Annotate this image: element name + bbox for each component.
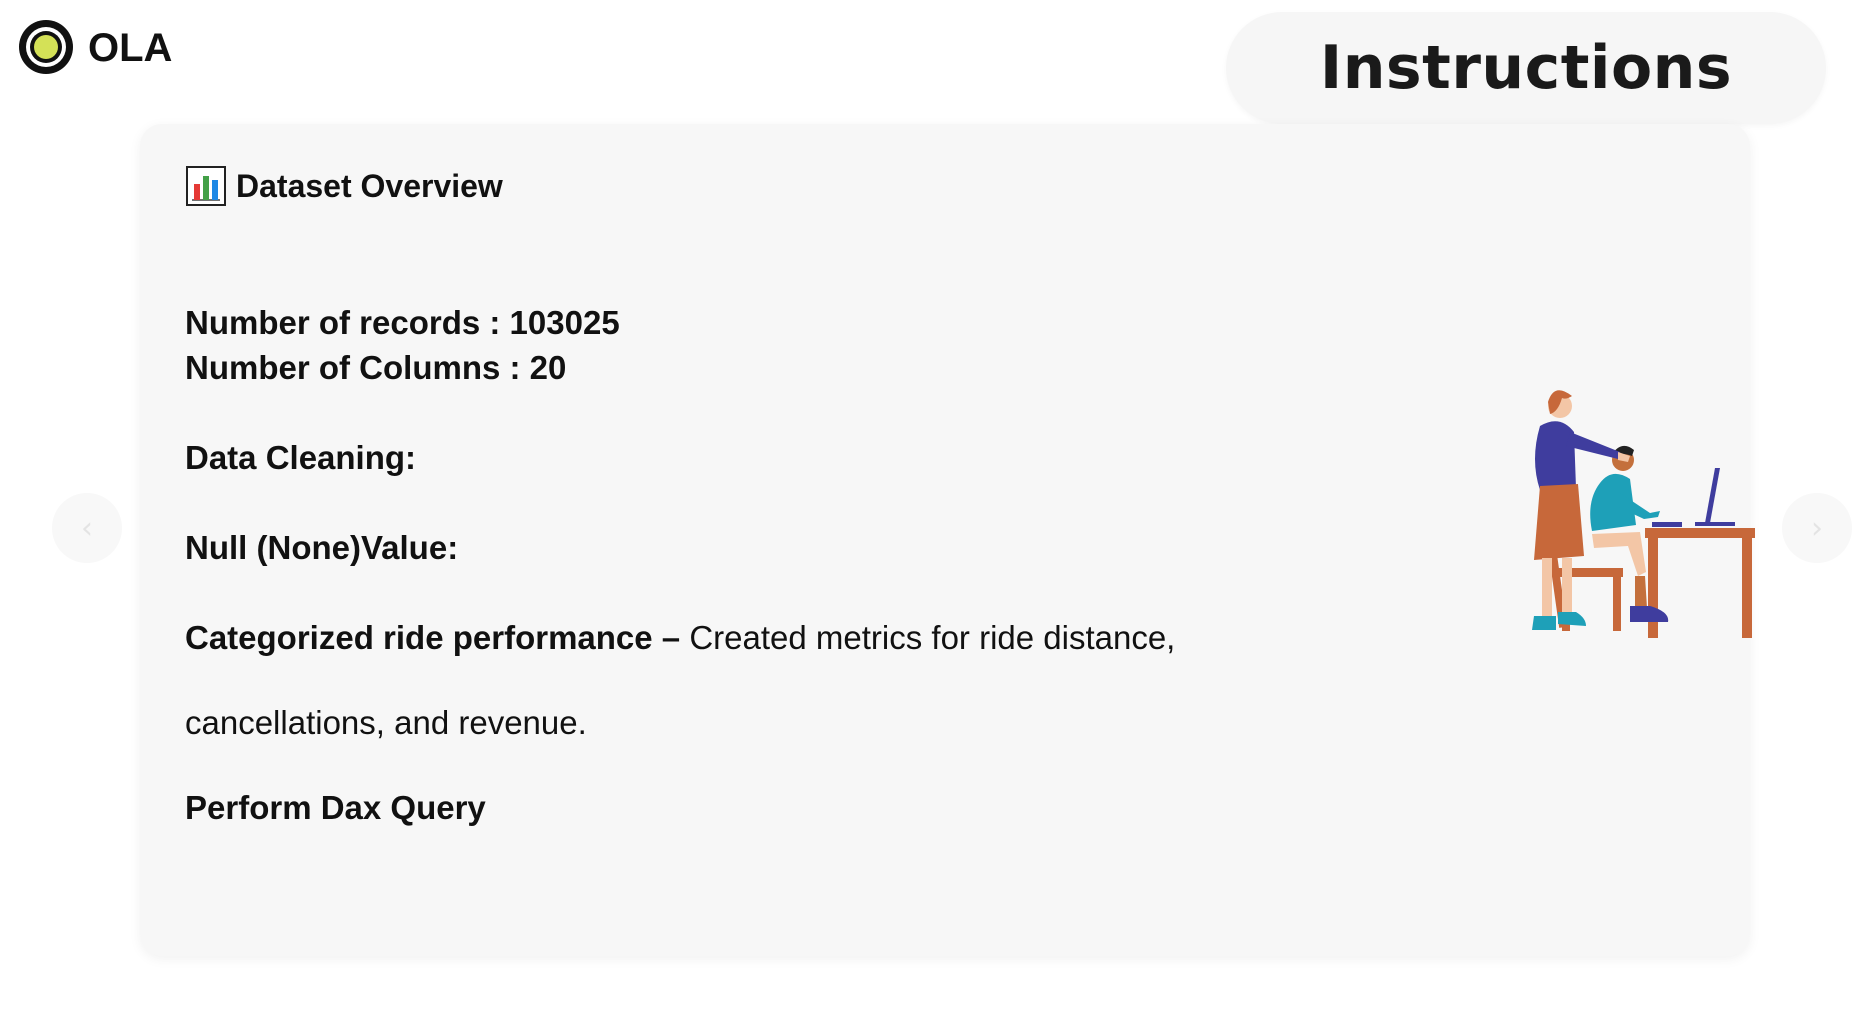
next-slide-button[interactable]: › [1782,493,1852,563]
ride-performance-desc: Created metrics for ride distance, [680,619,1176,656]
ride-performance-continuation: cancellations, and revenue. [185,704,587,741]
ola-logo-icon: OLA [19,20,172,74]
page-title: Instructions [1319,33,1733,103]
ola-logo: OLA [18,18,184,76]
records-line: Number of records : 103025 [185,304,620,341]
ride-performance-label: Categorized ride performance – [185,619,681,656]
card-heading-text: Dataset Overview [236,167,503,204]
chevron-right-icon: › [1811,510,1823,546]
card-heading: Dataset Overview [186,166,503,206]
data-cleaning-label: Data Cleaning: [185,439,417,476]
columns-line: Number of Columns : 20 [185,349,567,386]
bar-chart-icon [186,166,226,206]
prev-slide-button[interactable]: ‹ [52,493,122,563]
card-content: Number of records : 103025 Number of Col… [185,300,1285,830]
ride-performance-line: Categorized ride performance – Created m… [185,615,1285,660]
logo-text: OLA [88,26,172,70]
office-people-illustration [1532,390,1755,638]
chevron-left-icon: ‹ [81,510,93,546]
dax-query-label: Perform Dax Query [185,789,486,826]
null-value-label: Null (None)Value: [185,529,459,566]
title-pill: Instructions [1226,12,1826,124]
slide-page: OLA Instructions Dataset Overview Number… [0,0,1862,1013]
